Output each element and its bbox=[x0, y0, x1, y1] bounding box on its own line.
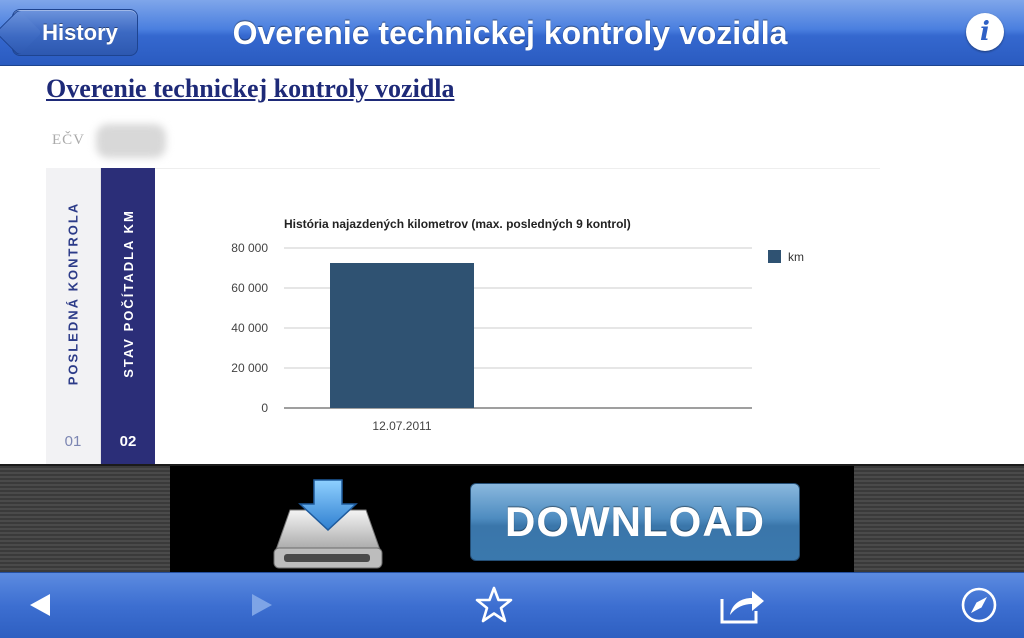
history-back-button-label: History bbox=[42, 19, 118, 45]
tab-odometer[interactable]: STAV POČÍTADLA KM 02 bbox=[101, 168, 155, 464]
compass-icon[interactable] bbox=[956, 572, 1002, 638]
tab-odometer-number: 02 bbox=[119, 433, 137, 450]
y-tick-label: 20 000 bbox=[231, 361, 268, 375]
download-button[interactable]: DOWNLOAD bbox=[470, 483, 800, 561]
ecv-label: EČV bbox=[52, 132, 85, 148]
ecv-redacted-value bbox=[96, 124, 166, 158]
mileage-chart-svg: História najazdených kilometrov (max. po… bbox=[231, 217, 804, 433]
mileage-chart: História najazdených kilometrov (max. po… bbox=[184, 196, 844, 456]
star-icon[interactable] bbox=[472, 572, 516, 638]
legend-swatch bbox=[768, 250, 781, 263]
page-title: Overenie technickej kontroly vozidla bbox=[46, 74, 455, 103]
y-tick-label: 80 000 bbox=[231, 241, 268, 255]
forward-arrow-icon[interactable] bbox=[240, 572, 284, 638]
y-tick-label: 60 000 bbox=[231, 281, 268, 295]
y-tick-label: 0 bbox=[261, 401, 268, 415]
y-tick-label: 40 000 bbox=[231, 321, 268, 335]
share-icon[interactable] bbox=[716, 572, 768, 638]
tab-last-inspection[interactable]: POSLEDNÁ KONTROLA 01 bbox=[46, 168, 101, 464]
info-icon[interactable]: i bbox=[966, 13, 1004, 51]
chart-title: História najazdených kilometrov (max. po… bbox=[284, 217, 631, 231]
download-drive-icon bbox=[268, 476, 388, 572]
x-tick-label: 12.07.2011 bbox=[372, 419, 431, 433]
legend-label: km bbox=[788, 250, 804, 264]
back-arrow-icon[interactable] bbox=[18, 572, 62, 638]
tab-last-inspection-label: POSLEDNÁ KONTROLA bbox=[65, 201, 81, 385]
tab-last-inspection-number: 01 bbox=[64, 433, 82, 450]
bar bbox=[330, 263, 474, 408]
tab-odometer-label: STAV POČÍTADLA KM bbox=[120, 208, 136, 378]
history-back-button[interactable]: History bbox=[0, 9, 138, 56]
nav-title: Overenie technickej kontroly vozidla bbox=[232, 14, 788, 51]
